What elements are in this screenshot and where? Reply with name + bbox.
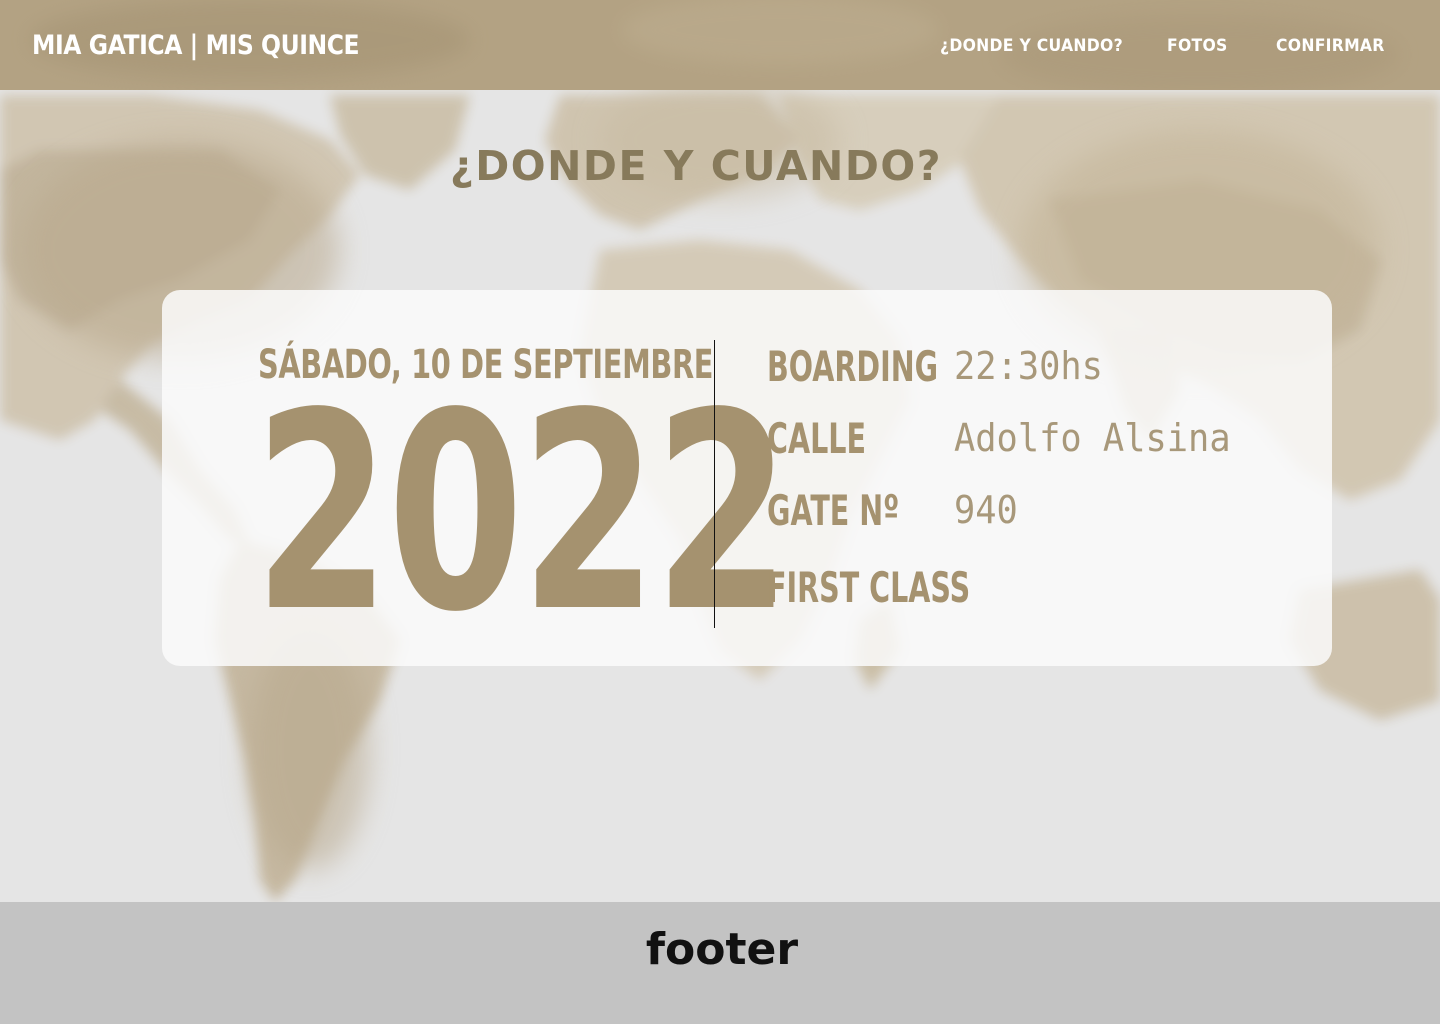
calle-label: CALLE xyxy=(767,414,866,463)
event-year: 2022 xyxy=(254,356,790,672)
top-navbar: MIA GATICA | MIS QUINCE ¿DONDE Y CUANDO?… xyxy=(0,0,1440,90)
calle-value: Adolfo Alsina xyxy=(954,416,1231,460)
first-class-label: FIRST CLASS xyxy=(767,563,971,612)
site-brand-link[interactable]: MIA GATICA | MIS QUINCE xyxy=(32,30,360,61)
page-footer: footer xyxy=(0,902,1440,1024)
event-ticket-card: SÁBADO, 10 DE SEPTIEMBRE 2022 BOARDING 2… xyxy=(162,290,1332,666)
nav-link-donde-y-cuando[interactable]: ¿DONDE Y CUANDO? xyxy=(940,36,1123,56)
section-title: ¿DONDE Y CUANDO? xyxy=(449,142,943,190)
boarding-label: BOARDING xyxy=(767,342,939,391)
card-divider xyxy=(714,340,715,628)
nav-link-fotos[interactable]: FOTOS xyxy=(1167,36,1228,56)
nav-link-confirmar[interactable]: CONFIRMAR xyxy=(1276,36,1385,56)
footer-text: footer xyxy=(645,924,799,975)
boarding-value: 22:30hs xyxy=(954,344,1103,388)
gate-value: 940 xyxy=(954,488,1018,532)
gate-label: GATE Nº xyxy=(767,486,900,535)
